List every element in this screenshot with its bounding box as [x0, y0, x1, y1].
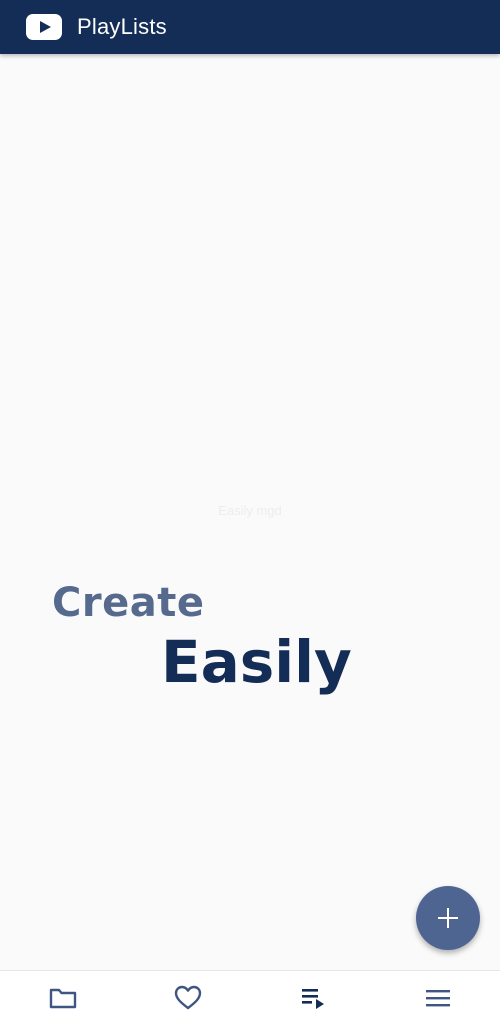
bottom-navigation [0, 970, 500, 1024]
nav-item-folders[interactable] [0, 971, 125, 1024]
folder-icon [49, 988, 76, 1009]
menu-icon [425, 990, 450, 1007]
top-app-bar: PlayLists [0, 0, 500, 54]
nav-item-menu[interactable] [375, 971, 500, 1024]
nav-item-playlists[interactable] [250, 971, 375, 1024]
hero-easily-text: Easily [161, 628, 352, 696]
app-root: PlayLists Easily mgd Create Easily [0, 0, 500, 1024]
playlist-play-icon [301, 989, 324, 1009]
app-title: PlayLists [77, 14, 167, 39]
hero-create-text: Create [52, 580, 205, 626]
heart-icon [174, 985, 201, 1010]
add-playlist-button[interactable] [416, 886, 480, 950]
plus-icon [438, 908, 458, 928]
faint-caption: Easily mgd [218, 503, 282, 518]
nav-item-favorites[interactable] [125, 971, 250, 1024]
youtube-logo-icon [26, 14, 62, 40]
